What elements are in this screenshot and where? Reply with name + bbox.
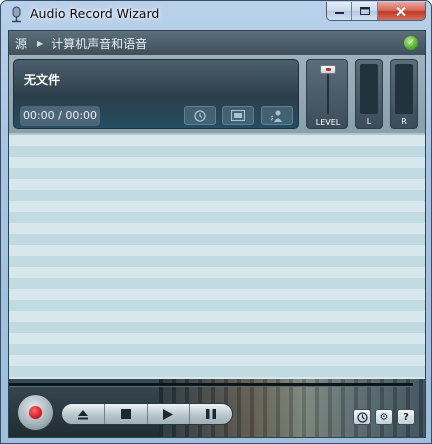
file-info-panel: 无文件 00:00 / 00:00 [13,59,299,129]
film-button[interactable] [222,106,254,125]
level-label: LEVEL [315,118,341,127]
file-name: 无文件 [24,73,61,87]
transport-controls [61,403,233,425]
timer-button[interactable] [184,106,216,125]
check-icon[interactable]: ✓ [404,36,418,50]
recording-list[interactable] [9,133,425,379]
meter-right-bar [395,64,413,114]
meter-left: L [355,59,383,129]
film-icon [231,110,245,121]
chevron-right-icon: ▶ [37,38,44,48]
pause-button[interactable] [190,404,232,424]
progress-bar[interactable] [9,383,413,387]
breadcrumb-item[interactable]: 计算机声音和语音 [51,35,147,52]
record-button[interactable] [17,394,54,431]
top-panel: 无文件 00:00 / 00:00 LEVEL L R [9,55,425,133]
eject-button[interactable] [62,404,105,424]
play-button[interactable] [148,404,191,424]
gear-icon: ⚙ [379,411,389,423]
help-icon: ? [403,411,409,423]
time-display: 00:00 / 00:00 [20,106,100,126]
app-window: Audio Record Wizard 源 ▶ 计算机声音和语音 ✓ 无文件 0… [0,0,432,444]
window-title: Audio Record Wizard [30,6,160,21]
voice-icon [270,110,282,122]
caption-buttons [326,2,426,21]
meter-right: R [390,59,418,129]
pause-icon [206,409,217,419]
level-slider-handle[interactable] [320,65,336,74]
stop-button[interactable] [105,404,148,424]
client-area: 源 ▶ 计算机声音和语音 ✓ 无文件 00:00 / 00:00 LEVEL L… [8,30,426,438]
breadcrumb: 源 ▶ 计算机声音和语音 ✓ [9,31,425,55]
voice-button[interactable] [261,106,293,125]
control-bar: ⚙ ? [9,379,425,437]
eject-icon [77,409,88,419]
title-bar[interactable]: Audio Record Wizard [1,1,431,29]
stop-icon [120,409,131,419]
close-button[interactable] [377,2,425,20]
play-icon [163,408,174,420]
clock-icon [194,109,206,122]
record-icon [29,406,42,419]
meter-left-label: L [366,117,372,126]
breadcrumb-source[interactable]: 源 [15,35,27,52]
close-icon [396,6,407,16]
microphone-icon [12,6,21,23]
maximize-button[interactable] [352,2,378,20]
level-control: LEVEL [306,59,348,129]
clock-icon [356,411,368,423]
meter-right-label: R [401,117,407,126]
settings-button[interactable]: ⚙ [375,409,393,425]
minimize-button[interactable] [327,2,353,20]
meter-left-bar [360,64,378,114]
help-button[interactable]: ? [397,409,415,425]
minimize-icon [334,12,344,14]
maximize-icon [359,7,370,15]
schedule-button[interactable] [353,409,371,425]
